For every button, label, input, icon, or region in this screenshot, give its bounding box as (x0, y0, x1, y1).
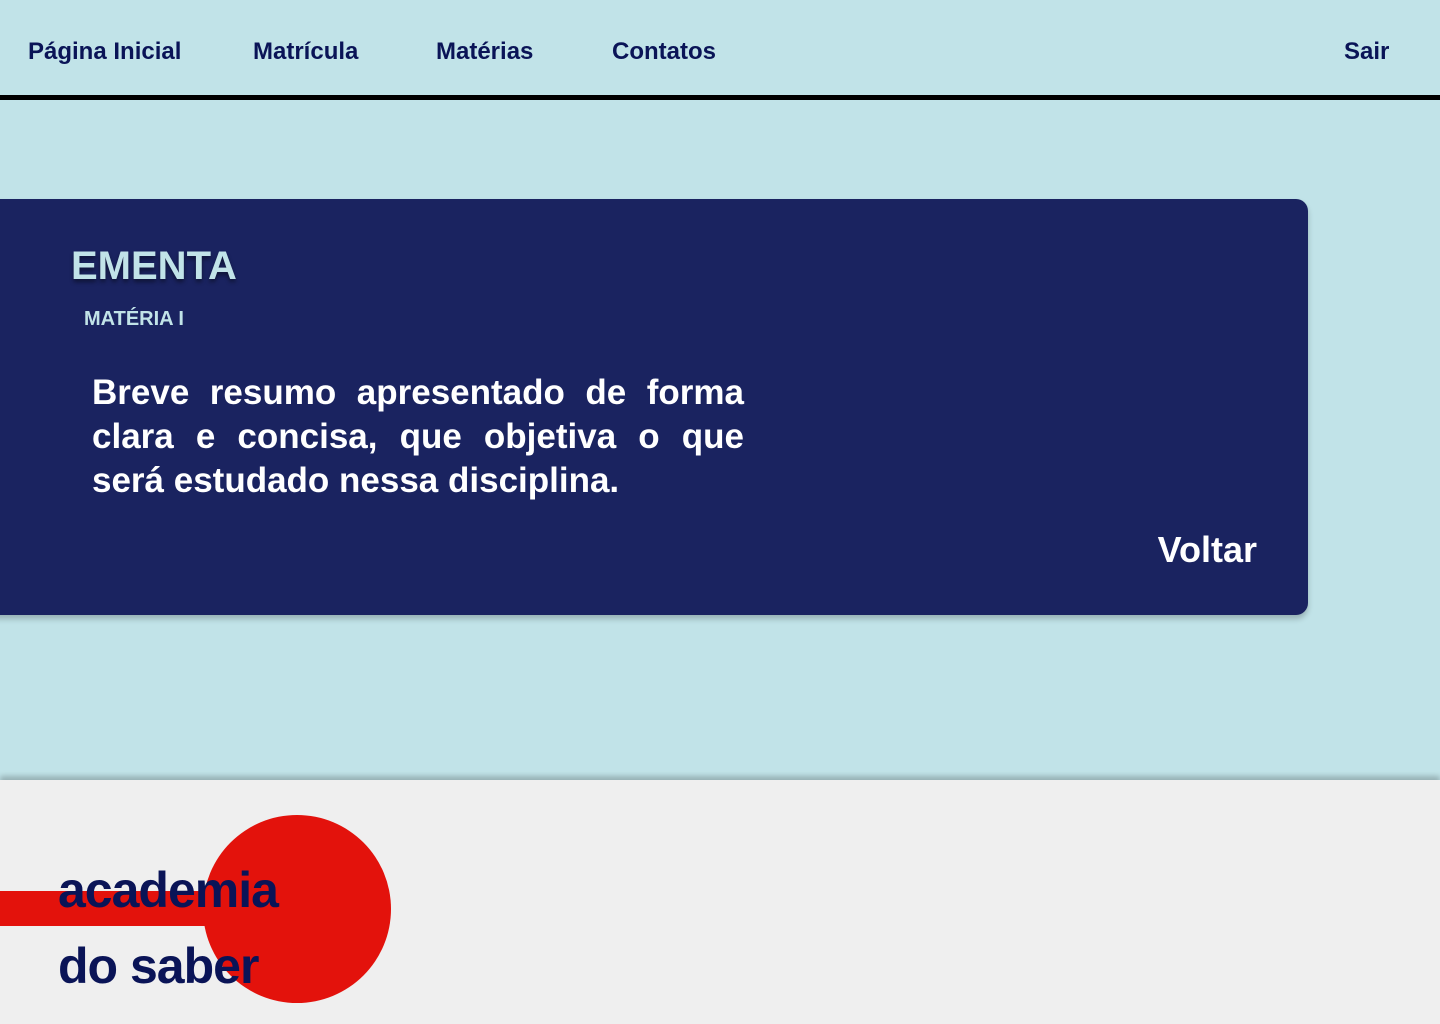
back-button[interactable]: Voltar (1158, 529, 1257, 571)
nav-link-logout[interactable]: Sair (1344, 36, 1389, 68)
ementa-subtitle: MATÉRIA I (84, 308, 184, 330)
ementa-title: EMENTA (71, 244, 237, 288)
nav-link-contacts[interactable]: Contatos (612, 36, 716, 68)
footer: academia do saber (0, 780, 1440, 1024)
ementa-summary: Breve resumo apresentado de forma clara … (92, 373, 744, 500)
main-content: EMENTA MATÉRIA I Breve resumo apresentad… (0, 100, 1440, 780)
logo-line-2: do saber (58, 938, 259, 994)
nav-link-home[interactable]: Página Inicial (28, 36, 181, 68)
nav-link-subjects[interactable]: Matérias (436, 36, 533, 68)
top-navigation-bar: Página Inicial Matrícula Matérias Contat… (0, 0, 1440, 100)
nav-link-enrollment[interactable]: Matrícula (253, 36, 358, 68)
logo-line-1: academia (58, 862, 279, 918)
ementa-card: EMENTA MATÉRIA I Breve resumo apresentad… (0, 199, 1308, 615)
academia-do-saber-logo[interactable]: academia do saber (58, 852, 279, 1004)
